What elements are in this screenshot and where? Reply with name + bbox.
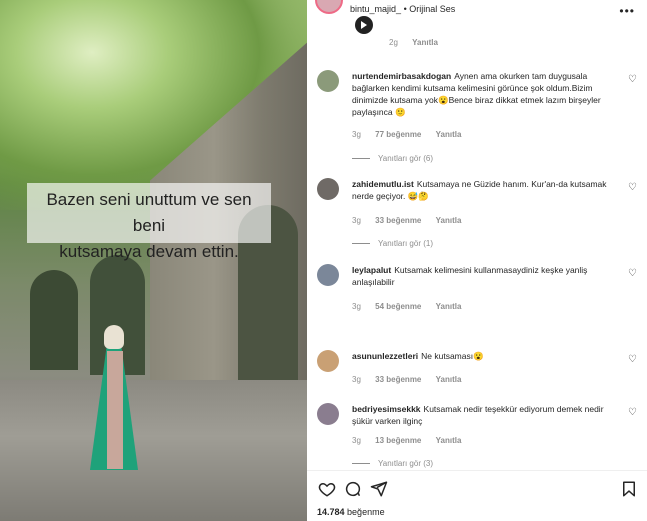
comment-body: bedriyesimsekkk Kutsamak nedir teşekkür e… [352,403,622,427]
comment-body: zahidemutlu.ist Kutsamaya ne Güzide hanım… [352,178,622,202]
comment-body: leylapalut Kutsamak kelimesini kullanmasa… [352,264,622,288]
likes-count[interactable]: 14.784 beğenme [317,507,385,517]
comment-likes[interactable]: 54 beğenme [375,302,421,311]
comment-likes[interactable]: 77 beğenme [375,130,421,139]
likes-number: 14.784 [317,507,345,517]
commenter-avatar[interactable] [317,350,339,372]
post-media[interactable]: Bazen seni unuttum ve sen beni kutsamaya… [0,0,307,521]
comment-username[interactable]: zahidemutlu.ist [352,179,414,189]
like-comment-heart-icon[interactable]: ♡ [628,74,637,85]
like-comment-heart-icon[interactable]: ♡ [628,182,637,193]
reply-button[interactable]: Yanıtla [436,375,462,384]
like-comment-heart-icon[interactable]: ♡ [628,268,637,279]
post-header: bintu_majid_ • Orijinal Ses ••• [307,0,647,18]
like-comment-heart-icon[interactable]: ♡ [628,407,637,418]
action-bar [317,480,637,500]
comments-panel: bintu_majid_ • Orijinal Ses ••• 2g Yanıt… [307,0,647,521]
comment-text: Ne kutsaması😮 [421,351,484,361]
author-avatar[interactable] [315,0,343,14]
comment-icon[interactable] [343,480,363,500]
comment-likes[interactable]: 13 beğenme [375,436,421,445]
comment-username[interactable]: nurtendemirbasakdogan [352,71,451,81]
view-replies-button[interactable]: Yanıtları gör (1) [352,239,433,248]
comment-meta: 3g 33 beğenme Yanıtla [352,216,473,225]
commenter-avatar[interactable] [317,403,339,425]
comment-username[interactable]: bedriyesimsekkk [352,404,421,414]
share-icon[interactable] [369,480,389,500]
person-figure [90,325,140,470]
comment-time: 3g [352,302,361,311]
view-replies-button[interactable]: Yanıtları gör (6) [352,154,433,163]
commenter-avatar[interactable] [317,178,339,200]
comment-meta: 3g 54 beğenme Yanıtla [352,302,473,311]
comment-body: asununlezzetleri Ne kutsaması😮 [352,350,622,362]
comment-item: bedriyesimsekkk Kutsamak nedir teşekkür e… [317,403,637,469]
ground [0,380,307,521]
commenter-avatar[interactable] [317,264,339,286]
author-username[interactable]: bintu_majid_ [350,4,401,14]
bookmark-icon[interactable] [619,480,639,500]
comment-username[interactable]: leylapalut [352,265,391,275]
comment-time: 3g [352,375,361,384]
reply-meta: 2g Yanıtla [389,38,450,47]
divider [307,470,647,471]
comment-time: 3g [352,216,361,225]
comment-meta: 3g 13 beğenme Yanıtla [352,436,473,445]
comment-body: nurtendemirbasakdogan Aynen ama okurken t… [352,70,622,118]
separator-dot: • [403,4,407,14]
caption-line-2: kutsamaya devam ettin. [59,242,239,261]
reply-button[interactable]: Yanıtla [412,38,438,47]
comment-item: asununlezzetleri Ne kutsaması😮 ♡ 3g 33 be… [317,350,637,390]
comment-meta: 3g 77 beğenme Yanıtla [352,130,473,139]
like-comment-heart-icon[interactable]: ♡ [628,354,637,365]
view-replies-button[interactable]: Yanıtları gör (3) [352,459,433,468]
reply-button[interactable]: Yanıtla [436,302,462,311]
commenter-avatar[interactable] [317,70,339,92]
comment-time: 3g [352,130,361,139]
more-options-icon[interactable]: ••• [619,4,635,18]
reply-button[interactable]: Yanıtla [436,216,462,225]
play-icon[interactable] [355,16,373,34]
heart-icon[interactable] [317,480,337,500]
post-caption-overlay: Bazen seni unuttum ve sen beni kutsamaya… [27,183,271,261]
reply-button[interactable]: Yanıtla [436,130,462,139]
caption-line-1: Bazen seni unuttum ve sen beni [46,190,252,235]
comment-item: leylapalut Kutsamak kelimesini kullanmasa… [317,264,637,316]
comment-item: zahidemutlu.ist Kutsamaya ne Güzide hanım… [317,178,637,250]
reply-button[interactable]: Yanıtla [436,436,462,445]
comment-item: nurtendemirbasakdogan Aynen ama okurken t… [317,70,637,170]
comment-meta: 3g 33 beğenme Yanıtla [352,375,473,384]
comment-username[interactable]: asununlezzetleri [352,351,418,361]
reply-time: 2g [389,38,398,47]
comment-time: 3g [352,436,361,445]
audio-label[interactable]: Orijinal Ses [409,4,455,14]
author-line: bintu_majid_ • Orijinal Ses [350,4,455,14]
comment-likes[interactable]: 33 beğenme [375,375,421,384]
likes-label: beğenme [347,507,385,517]
arch [30,270,78,370]
comment-likes[interactable]: 33 beğenme [375,216,421,225]
